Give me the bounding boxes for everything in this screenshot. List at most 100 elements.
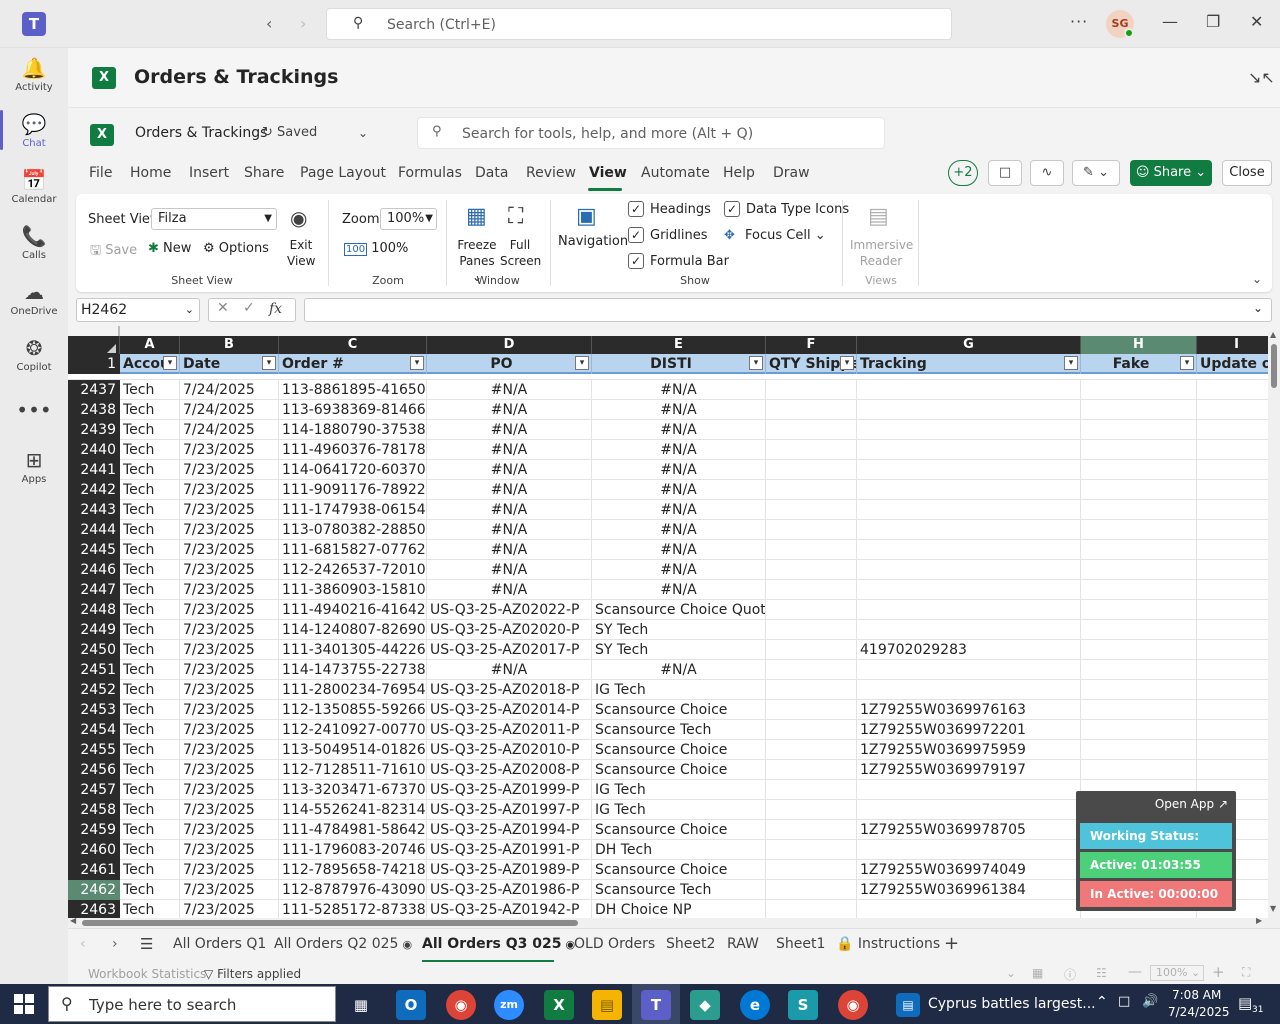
table-cell[interactable]: 111-3860903-1581027	[279, 580, 427, 600]
rail-item-onedrive[interactable]: ☁ OneDrive	[0, 280, 68, 317]
table-cell[interactable]: #N/A	[592, 500, 766, 520]
table-cell[interactable]: 419702029283	[857, 640, 1081, 660]
close-button[interactable]: Close	[1222, 160, 1272, 186]
navigation-button[interactable]: Navigation	[558, 234, 628, 249]
task-view-icon[interactable]: ▦	[346, 990, 376, 1020]
news-headline[interactable]: Cyprus battles largest...	[928, 996, 1096, 1012]
close-window-icon[interactable]: ✕	[1250, 12, 1263, 31]
table-cell[interactable]	[766, 620, 857, 640]
table-cell[interactable]	[1081, 500, 1197, 520]
table-cell[interactable]: 7/23/2025	[180, 720, 279, 740]
horizontal-scroll-thumb[interactable]	[82, 920, 578, 926]
table-cell[interactable]	[1081, 440, 1197, 460]
table-cell[interactable]: 1Z79255W0369975959	[857, 740, 1081, 760]
tab-file[interactable]: File	[89, 165, 112, 181]
table-cell[interactable]: #N/A	[592, 540, 766, 560]
table-cell[interactable]	[857, 380, 1081, 400]
restore-icon[interactable]: ❐	[1206, 12, 1220, 31]
select-all-corner[interactable]	[68, 336, 120, 354]
table-cell[interactable]	[766, 420, 857, 440]
table-cell[interactable]: SY Tech	[592, 640, 766, 660]
filter-dropdown-icon[interactable]: ▾	[1064, 356, 1078, 370]
scroll-down-icon[interactable]: ▼	[1270, 904, 1276, 913]
sheet-view-select[interactable]: Filza ▼	[151, 208, 277, 230]
headings-checkbox[interactable]: ✓	[628, 201, 644, 217]
table-cell[interactable]	[1081, 540, 1197, 560]
table-cell[interactable]: Tech	[120, 400, 180, 420]
table-cell[interactable]: US-Q3-25-AZ02014-P	[427, 700, 592, 720]
row-header[interactable]: 2446	[68, 560, 120, 580]
chevron-down-icon[interactable]: ⌄	[358, 126, 368, 140]
tab-help[interactable]: Help	[723, 165, 755, 181]
ribbon-expand-icon[interactable]: ⌄	[1252, 272, 1262, 286]
table-cell[interactable]: IG Tech	[592, 800, 766, 820]
table-cell[interactable]: 7/23/2025	[180, 740, 279, 760]
table-cell[interactable]	[766, 520, 857, 540]
table-cell[interactable]	[766, 900, 857, 918]
table-cell[interactable]	[857, 600, 1081, 620]
zoom-level[interactable]: 100% ⌄	[1150, 965, 1204, 981]
table-cell[interactable]	[1081, 420, 1197, 440]
full-screen-button[interactable]: Full Screen	[500, 237, 541, 269]
table-cell[interactable]	[766, 820, 857, 840]
table-cell[interactable]	[766, 780, 857, 800]
rail-item-chat[interactable]: 💬 Chat	[0, 112, 68, 149]
row-header[interactable]: 2443	[68, 500, 120, 520]
column-header-a[interactable]: A	[120, 336, 180, 354]
row-header[interactable]: 2448	[68, 600, 120, 620]
table-cell[interactable]	[857, 580, 1081, 600]
header-cell[interactable]: PO	[427, 354, 592, 374]
sheet-tab[interactable]: RAW	[727, 936, 759, 952]
new-view-button[interactable]: ✱ New	[148, 241, 191, 256]
table-cell[interactable]: Scansource Tech	[592, 720, 766, 740]
table-cell[interactable]	[1197, 620, 1268, 640]
sheet-tab[interactable]: Sheet1	[776, 936, 825, 952]
row-header[interactable]: 2439	[68, 420, 120, 440]
table-cell[interactable]	[857, 540, 1081, 560]
table-cell[interactable]: 7/23/2025	[180, 560, 279, 580]
table-cell[interactable]: #N/A	[592, 400, 766, 420]
header-cell[interactable]: Order #	[279, 354, 427, 374]
table-cell[interactable]: #N/A	[592, 660, 766, 680]
scroll-right-icon[interactable]: ▶	[1256, 916, 1262, 925]
column-header-i[interactable]: I	[1197, 336, 1268, 354]
horizontal-scrollbar[interactable]: ◀ ▶	[68, 916, 1268, 928]
table-cell[interactable]	[857, 500, 1081, 520]
clock-time[interactable]: 7:08 AM	[1172, 988, 1221, 1002]
table-cell[interactable]	[1081, 760, 1197, 780]
filter-dropdown-icon[interactable]: ▾	[410, 356, 424, 370]
filter-dropdown-icon[interactable]: ▾	[749, 356, 763, 370]
table-cell[interactable]: 111-1747938-0615458	[279, 500, 427, 520]
tab-formulas[interactable]: Formulas	[398, 165, 462, 181]
sheet-tab[interactable]: All Orders Q3 025 ◉	[422, 936, 575, 952]
table-cell[interactable]	[766, 640, 857, 660]
table-cell[interactable]: #N/A	[427, 520, 592, 540]
table-cell[interactable]: 7/23/2025	[180, 440, 279, 460]
minimize-icon[interactable]: —	[1162, 12, 1178, 31]
table-cell[interactable]: 7/23/2025	[180, 520, 279, 540]
table-cell[interactable]	[766, 500, 857, 520]
column-header-c[interactable]: C	[279, 336, 427, 354]
table-cell[interactable]	[766, 860, 857, 880]
table-cell[interactable]	[857, 660, 1081, 680]
table-cell[interactable]: #N/A	[592, 520, 766, 540]
outlook-icon[interactable]: O	[396, 990, 426, 1020]
presence-count[interactable]: +2	[948, 160, 978, 186]
news-icon[interactable]: ▤	[896, 993, 920, 1017]
table-cell[interactable]	[857, 780, 1081, 800]
table-cell[interactable]	[857, 680, 1081, 700]
table-cell[interactable]: 7/23/2025	[180, 500, 279, 520]
table-cell[interactable]: Tech	[120, 780, 180, 800]
table-cell[interactable]: 111-4960376-7817837	[279, 440, 427, 460]
table-cell[interactable]	[857, 840, 1081, 860]
row-header[interactable]: 2451	[68, 660, 120, 680]
zoom-100-button[interactable]: 100 100%	[344, 241, 408, 256]
table-cell[interactable]	[766, 880, 857, 900]
table-cell[interactable]: US-Q3-25-AZ01986-P	[427, 880, 592, 900]
table-cell[interactable]	[766, 660, 857, 680]
table-cell[interactable]	[1197, 760, 1268, 780]
table-cell[interactable]: #N/A	[427, 500, 592, 520]
filter-dropdown-icon[interactable]: ▾	[262, 356, 276, 370]
row-header[interactable]: 2444	[68, 520, 120, 540]
table-cell[interactable]	[1081, 700, 1197, 720]
